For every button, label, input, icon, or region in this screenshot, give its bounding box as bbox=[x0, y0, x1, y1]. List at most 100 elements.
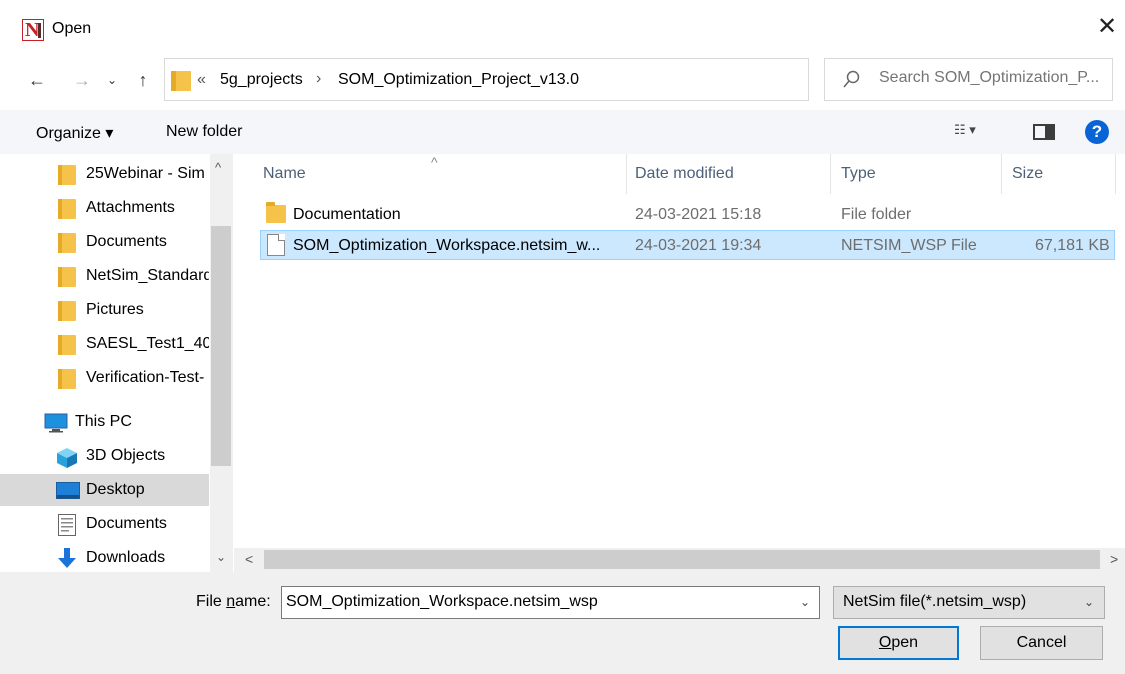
chevron-down-icon[interactable]: ⌄ bbox=[1084, 595, 1094, 609]
address-segment-5g-projects[interactable]: 5g_projects bbox=[220, 71, 303, 89]
nav-item-label: Documents bbox=[86, 233, 167, 250]
nav-item-3d-objects[interactable]: 3D Objects bbox=[0, 440, 209, 472]
column-separator[interactable] bbox=[1115, 154, 1116, 194]
column-header-label: Name bbox=[263, 165, 306, 182]
scroll-right-icon[interactable]: > bbox=[1110, 551, 1118, 567]
chevron-down-icon[interactable]: ⌄ bbox=[800, 595, 810, 609]
organize-button[interactable]: Organize ▾ bbox=[36, 123, 113, 143]
file-type-value: NetSim file(*.netsim_wsp) bbox=[843, 593, 1027, 610]
cancel-button[interactable]: Cancel bbox=[980, 626, 1103, 660]
close-icon[interactable]: ✕ bbox=[1094, 14, 1120, 40]
file-type: File folder bbox=[841, 206, 912, 223]
file-row-som-workspace[interactable]: SOM_Optimization_Workspace.netsim_w... 2… bbox=[260, 230, 1115, 260]
folder-icon bbox=[58, 233, 76, 253]
file-icon bbox=[267, 234, 285, 256]
file-name: SOM_Optimization_Workspace.netsim_w... bbox=[293, 237, 601, 254]
column-header-size[interactable]: Size bbox=[1002, 154, 1115, 194]
nav-item-netsim-standard[interactable]: NetSim_Standard bbox=[0, 260, 209, 292]
computer-icon bbox=[44, 413, 68, 433]
search-icon bbox=[843, 70, 860, 88]
file-name-combobox[interactable]: ⌄ bbox=[281, 586, 820, 619]
column-header-type[interactable]: Type bbox=[831, 154, 1001, 194]
forward-arrow-icon[interactable]: → bbox=[72, 66, 92, 94]
file-name: Documentation bbox=[293, 206, 401, 223]
file-list-horizontal-scrollbar[interactable]: < > bbox=[234, 548, 1125, 572]
nav-item-pictures[interactable]: Pictures bbox=[0, 294, 209, 326]
nav-item-documents-library[interactable]: Documents bbox=[0, 508, 209, 540]
address-bar[interactable]: « 5g_projects › SOM_Optimization_Project… bbox=[164, 58, 958, 101]
nav-item-label: Pictures bbox=[86, 301, 144, 318]
download-icon bbox=[58, 548, 76, 568]
file-name-input[interactable] bbox=[286, 593, 786, 611]
nav-item-label: This PC bbox=[75, 413, 132, 430]
open-button-label: pen bbox=[891, 634, 919, 651]
nav-item-label: Downloads bbox=[86, 549, 166, 566]
nav-item-label: NetSim_Standard bbox=[86, 267, 209, 284]
nav-item-label: SAESL_Test1_400 bbox=[86, 335, 209, 352]
back-arrow-icon[interactable]: ← bbox=[24, 66, 50, 94]
nav-item-label: 25Webinar - Sim bbox=[86, 165, 205, 182]
new-folder-button[interactable]: New folder bbox=[166, 123, 242, 141]
nav-item-25webinar[interactable]: 25Webinar - Sim bbox=[0, 158, 209, 190]
folder-icon bbox=[58, 267, 76, 287]
open-button[interactable]: Open bbox=[838, 626, 959, 660]
scrollbar-thumb[interactable] bbox=[264, 550, 1100, 569]
file-type: NETSIM_WSP File bbox=[841, 237, 977, 254]
file-row-documentation[interactable]: Documentation 24-03-2021 15:18 File fold… bbox=[260, 200, 1115, 230]
nav-item-saesl-test1[interactable]: SAESL_Test1_400 bbox=[0, 328, 209, 360]
recent-locations-chevron-icon[interactable]: ⌄ bbox=[105, 66, 119, 94]
file-size: 67,181 KB bbox=[1035, 237, 1110, 254]
command-toolbar: Organize ▾ New folder ☷ ▾ ? bbox=[0, 110, 1125, 154]
file-name-label: File name: bbox=[196, 593, 271, 611]
folder-icon bbox=[58, 199, 76, 219]
folder-icon bbox=[266, 202, 286, 223]
dialog-footer: File name: ⌄ NetSim file(*.netsim_wsp) ⌄… bbox=[0, 572, 1125, 674]
column-header-label: Type bbox=[841, 165, 876, 182]
nav-item-label: Verification-Test- bbox=[86, 369, 205, 386]
address-separator-chevron-icon[interactable]: › bbox=[316, 70, 321, 88]
folder-icon bbox=[58, 301, 76, 321]
file-name-label-prefix: File bbox=[196, 593, 227, 610]
address-segment-current-folder[interactable]: SOM_Optimization_Project_v13.0 bbox=[338, 71, 579, 89]
file-name-label-accelerator: n bbox=[226, 593, 236, 610]
column-header-label: Size bbox=[1012, 165, 1044, 182]
file-date-modified: 24-03-2021 15:18 bbox=[635, 206, 762, 223]
nav-item-this-pc[interactable]: This PC bbox=[0, 406, 209, 438]
folder-icon bbox=[58, 165, 76, 185]
scrollbar-thumb[interactable] bbox=[211, 226, 231, 466]
search-input[interactable] bbox=[879, 69, 1109, 87]
cube-icon bbox=[57, 448, 77, 468]
help-icon[interactable]: ? bbox=[1085, 120, 1109, 144]
column-header-date-modified[interactable]: Date modified bbox=[627, 154, 830, 194]
netsim-app-icon: N bbox=[22, 19, 44, 41]
preview-pane-icon[interactable] bbox=[1033, 124, 1055, 140]
nav-item-desktop[interactable]: Desktop bbox=[0, 474, 209, 506]
window-title: Open bbox=[52, 20, 92, 37]
nav-item-attachments[interactable]: Attachments bbox=[0, 192, 209, 224]
desktop-icon bbox=[56, 482, 80, 499]
column-header-label: Date modified bbox=[635, 165, 734, 182]
change-view-icon[interactable]: ☷ ▾ bbox=[954, 122, 976, 138]
nav-item-downloads[interactable]: Downloads bbox=[0, 542, 209, 574]
title-bar: N Open ✕ bbox=[0, 0, 1125, 58]
folder-icon bbox=[171, 71, 191, 91]
search-box[interactable] bbox=[824, 58, 1113, 101]
column-header-name[interactable]: Name bbox=[234, 154, 626, 194]
file-date-modified: 24-03-2021 19:34 bbox=[635, 237, 762, 254]
nav-item-label: Attachments bbox=[86, 199, 175, 216]
open-button-accelerator: O bbox=[878, 634, 892, 651]
nav-item-label: Documents bbox=[86, 515, 167, 532]
scroll-down-icon[interactable]: ⌄ bbox=[216, 550, 226, 564]
nav-item-documents-folder[interactable]: Documents bbox=[0, 226, 209, 258]
address-overflow-icon[interactable]: « bbox=[197, 71, 206, 89]
folder-icon bbox=[58, 369, 76, 389]
nav-item-label: Desktop bbox=[86, 481, 145, 498]
scroll-left-icon[interactable]: < bbox=[245, 551, 253, 567]
scroll-up-icon[interactable]: ^ bbox=[215, 160, 221, 175]
folder-icon bbox=[58, 335, 76, 355]
file-list: ^ Name Date modified Type Size Documenta… bbox=[234, 154, 1125, 572]
navigation-pane-scrollbar[interactable]: ^ ⌄ bbox=[210, 154, 233, 572]
file-type-select[interactable]: NetSim file(*.netsim_wsp) ⌄ bbox=[833, 586, 1105, 619]
nav-item-verification-test[interactable]: Verification-Test- bbox=[0, 362, 209, 394]
up-arrow-icon[interactable]: ↑ bbox=[130, 66, 156, 94]
